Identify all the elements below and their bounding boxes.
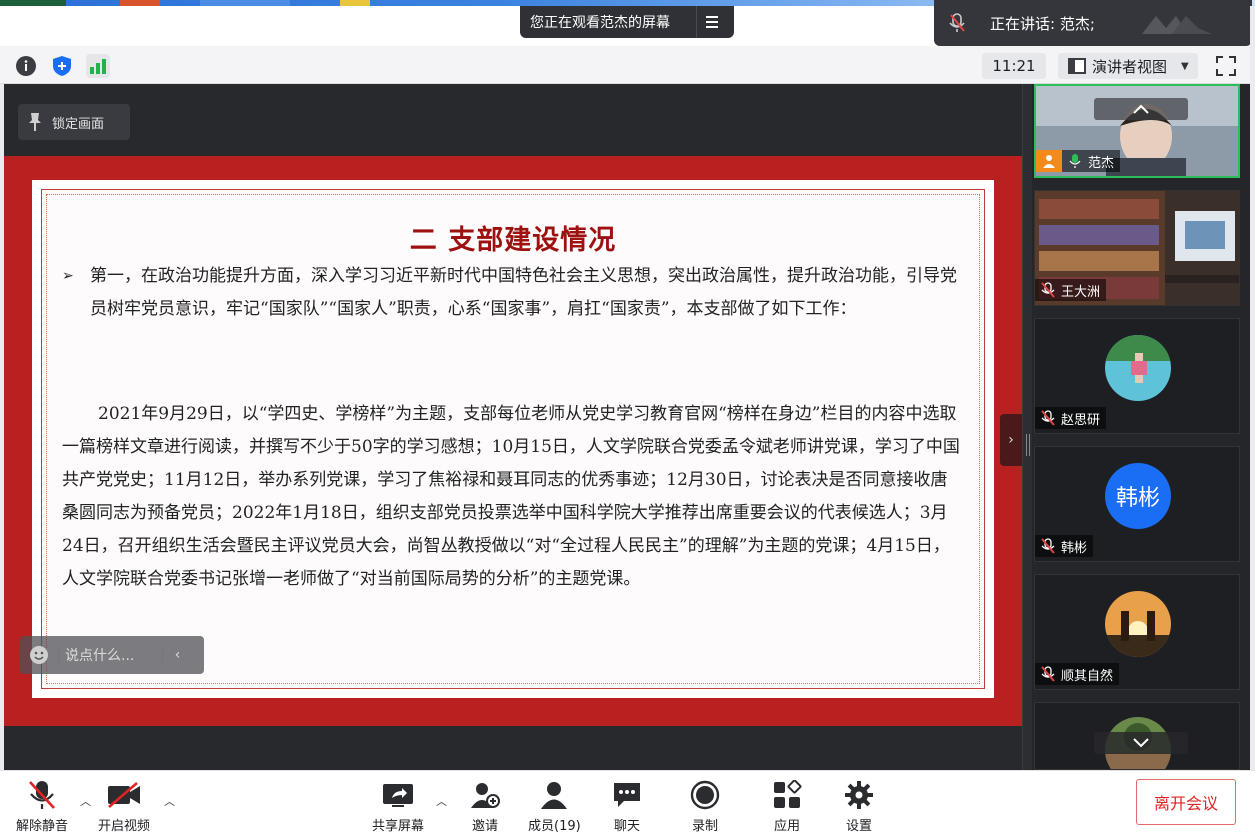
video-tile-hanbin[interactable]: 韩彬 韩彬 [1034,446,1240,562]
view-mode-label: 演讲者视图 [1092,57,1168,76]
mic-muted-icon [1035,410,1061,426]
panel-resize-handle[interactable] [1022,84,1032,770]
record-icon [690,777,720,813]
participant-name-tag: 韩彬 [1035,535,1094,557]
slide-content: 二 支部建设情况 ➢ 第一，在政治功能提升方面，深入学习习近平新时代中国特色社会… [41,189,985,689]
slide-title: 二 支部建设情况 [409,225,617,256]
chevron-up-icon [1133,104,1149,114]
chat-button[interactable]: 聊天 [612,777,642,834]
lock-view-button[interactable]: 锁定画面 [18,104,130,140]
scroll-up-button[interactable] [1094,98,1188,120]
meeting-window: 您正在观看范杰的屏幕 正在讲话: 范杰; 11:21 演讲者视图 ▼ 锁定画面 … [0,0,1255,837]
leave-meeting-button[interactable]: 离开会议 [1136,779,1236,825]
speaking-banner: 正在讲话: 范杰; [934,0,1252,46]
view-mode-select[interactable]: 演讲者视图 ▼ [1058,53,1198,79]
settings-label: 设置 [845,819,872,834]
video-tile-wangdazhou[interactable]: 王大洲 [1034,190,1240,306]
members-label: 成员(19) [528,819,581,834]
chevron-right-icon: › [1008,432,1014,448]
viewing-banner: 您正在观看范杰的屏幕 [520,6,734,38]
invite-user-icon [470,777,500,813]
collapse-chevron-icon[interactable]: ‹ [162,647,192,663]
bottom-toolbar: 解除静音 ︿ 开启视频 ︿ 共享屏幕 ︿ 邀请 成员(19) 聊天 录制 应用 … [0,770,1255,837]
scroll-down-button[interactable] [1094,732,1188,754]
slide-paragraph-2: 2021年9月29日，以“学四史、学榜样”为主题，支部每位老师从党史学习教育官网… [62,404,960,589]
participant-name: 赵思研 [1061,412,1101,428]
unmute-button[interactable]: 解除静音 [16,777,68,834]
start-video-button[interactable]: 开启视频 [98,777,150,834]
expand-panel-button[interactable]: › [1000,414,1022,466]
invite-button[interactable]: 邀请 [470,777,500,834]
share-options-caret-icon[interactable]: ︿ [436,793,447,809]
slide-frame: 二 支部建设情况 ➢ 第一，在政治功能提升方面，深入学习习近平新时代中国特色社会… [32,180,994,698]
participant-name: 顺其自然 [1061,668,1114,684]
right-edge [1250,6,1255,837]
speaking-text: 正在讲话: 范杰; [990,14,1095,33]
fullscreen-icon [1216,56,1236,76]
bullet-arrow-icon: ➢ [62,268,74,284]
participant-name-tag: 王大洲 [1035,279,1107,301]
signal-strength-icon[interactable] [86,54,110,78]
participant-initials-avatar: 韩彬 [1105,463,1171,529]
invite-label: 邀请 [471,819,498,834]
record-label: 录制 [691,819,718,834]
members-button[interactable]: 成员(19) [528,777,581,834]
share-screen-icon [382,777,414,813]
participant-name: 范杰 [1088,155,1115,171]
app-logo-icon [1142,16,1212,34]
mic-muted-icon [28,777,56,813]
video-tile-zhaosiyan[interactable]: 赵思研 [1034,318,1240,434]
pin-icon [18,112,52,132]
record-button[interactable]: 录制 [690,777,720,834]
emoji-icon[interactable] [20,645,58,665]
mic-muted-icon [1035,282,1061,298]
slide-paragraph-1: 第一，在政治功能提升方面，深入学习习近平新时代中国特色社会主义思想，突出政治属性… [90,266,957,319]
top-toolbar: 11:21 演讲者视图 ▼ [0,46,1255,84]
participant-name-tag: 范杰 [1036,150,1121,172]
lock-view-label: 锁定画面 [52,116,105,132]
speaker-view-icon [1068,58,1086,74]
viewing-text: 您正在观看范杰的屏幕 [530,15,670,31]
audio-options-caret-icon[interactable]: ︿ [80,793,91,809]
members-icon [539,777,569,813]
apps-button[interactable]: 应用 [772,777,802,834]
mic-muted-icon [1035,666,1061,682]
video-tile-shunqiziran[interactable]: 顺其自然 [1034,574,1240,690]
participant-name: 王大洲 [1061,284,1101,300]
chat-bubble-icon [612,777,642,813]
video-options-caret-icon[interactable]: ︿ [164,793,175,809]
gear-icon [844,777,874,813]
host-icon [1036,150,1062,172]
menu-icon[interactable] [696,6,726,38]
settings-button[interactable]: 设置 [844,777,874,834]
apps-label: 应用 [773,819,800,834]
mic-muted-icon [1035,538,1061,554]
chat-input[interactable]: 说点什么... [58,645,162,665]
fullscreen-button[interactable] [1212,53,1240,79]
participant-name-tag: 赵思研 [1035,407,1107,429]
share-screen-button[interactable]: 共享屏幕 [372,777,424,834]
meeting-clock: 11:21 [982,53,1046,79]
quick-chat-bar[interactable]: 说点什么... ‹ [20,636,204,674]
mic-on-icon [1062,153,1088,169]
participant-avatar [1105,335,1171,401]
security-shield-icon[interactable] [50,54,74,78]
mic-muted-icon [934,13,980,33]
start-video-label: 开启视频 [98,819,151,834]
video-off-icon [107,777,141,813]
share-screen-label: 共享屏幕 [372,819,425,834]
chat-label: 聊天 [613,819,640,834]
chevron-down-icon: ▼ [1181,60,1189,72]
info-icon[interactable] [14,54,38,78]
unmute-label: 解除静音 [16,819,69,834]
participant-avatar [1105,591,1171,657]
chevron-down-icon [1133,738,1149,748]
apps-grid-icon [772,777,802,813]
screen-share-area: 锁定画面 二 支部建设情况 ➢ 第一，在政治功能提升方面，深入学习习近平新时代中… [4,84,1022,794]
participant-name-tag: 顺其自然 [1035,663,1120,685]
participant-name: 韩彬 [1061,540,1088,556]
